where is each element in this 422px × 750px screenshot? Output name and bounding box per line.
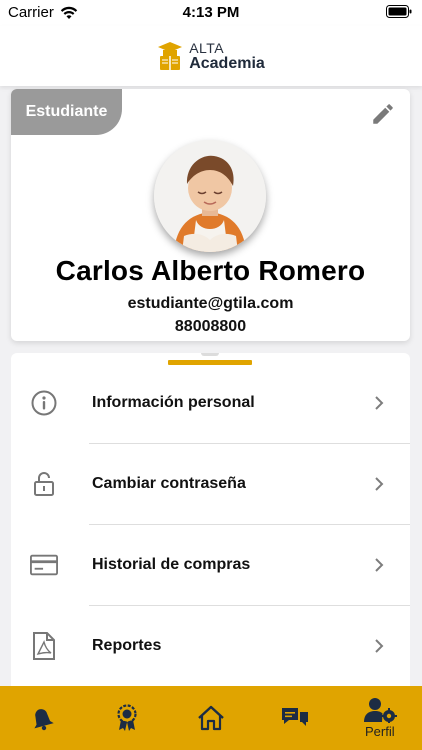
menu-item-change-password[interactable]: Cambiar contraseña <box>11 444 410 524</box>
user-settings-icon <box>363 698 397 723</box>
status-bar: Carrier 4:13 PM <box>0 0 422 26</box>
pdf-file-icon <box>30 632 58 660</box>
nav-home[interactable] <box>169 686 253 750</box>
home-icon <box>198 705 224 731</box>
chevron-right-icon <box>375 477 384 491</box>
info-icon <box>30 389 58 417</box>
nav-achievements[interactable] <box>84 686 168 750</box>
chat-icon <box>282 708 309 726</box>
award-icon <box>117 704 137 731</box>
profile-name: Carlos Alberto Romero <box>55 255 366 286</box>
avatar-photo <box>154 140 266 252</box>
lock-icon <box>30 470 58 498</box>
academy-logo-icon <box>158 42 183 70</box>
profile-menu: Información personal Cambiar contraseña <box>11 353 410 693</box>
nav-notifications[interactable] <box>0 686 84 750</box>
nav-profile[interactable]: Perfil <box>338 686 422 750</box>
battery-icon <box>386 5 412 22</box>
logo-text: ALTA Academia <box>189 40 265 72</box>
status-time: 4:13 PM <box>182 4 240 21</box>
menu-item-purchase-history[interactable]: Historial de compras <box>11 525 410 605</box>
menu-item-reports[interactable]: Reportes <box>11 606 410 686</box>
profile-phone: 88008800 <box>174 318 247 335</box>
chevron-right-icon <box>375 639 384 653</box>
profile-email: estudiante@gtila.com <box>127 295 294 312</box>
app-header: ALTA Academia <box>0 26 422 86</box>
logo-academia: Academia <box>189 55 265 72</box>
menu-item-label: Cambiar contraseña <box>92 475 246 492</box>
bell-icon <box>34 709 54 731</box>
logo-alta: ALTA <box>189 40 225 56</box>
chevron-right-icon <box>375 396 384 410</box>
menu-item-label: Reportes <box>92 637 162 654</box>
avatar <box>154 140 266 252</box>
chevron-right-icon <box>375 558 384 572</box>
nav-messages[interactable] <box>253 686 337 750</box>
credit-card-icon <box>30 551 58 579</box>
nav-label: Perfil <box>365 724 395 739</box>
menu-item-label: Historial de compras <box>92 556 251 573</box>
menu-item-personal-info[interactable]: Información personal <box>11 363 410 443</box>
profile-card: Estudiante Carlos Alberto Romero estudia… <box>11 89 410 341</box>
edit-profile-button[interactable] <box>370 101 396 127</box>
pencil-icon <box>373 104 393 124</box>
menu-item-label: Información personal <box>92 394 255 411</box>
app-logo: ALTA Academia <box>157 40 265 72</box>
bottom-nav: Perfil <box>0 686 422 750</box>
drag-notch <box>201 353 219 356</box>
role-badge: Estudiante <box>11 89 122 135</box>
